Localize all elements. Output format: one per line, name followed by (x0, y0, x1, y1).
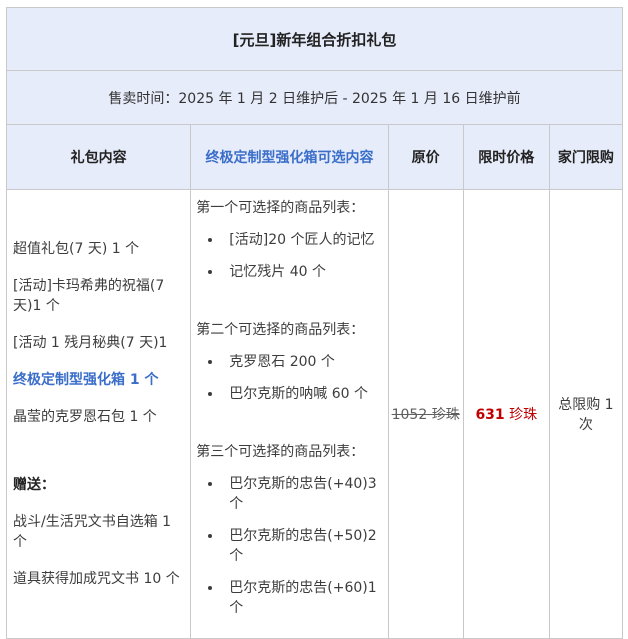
column-header-limited-price: 限时价格 (462, 124, 550, 190)
option-group-title: 第三个可选择的商品列表： (196, 444, 365, 460)
column-header-box-options-link[interactable]: 终极定制型强化箱可选内容 (190, 124, 389, 190)
package-title: [元旦]新年组合折扣礼包 (6, 7, 623, 71)
column-header-package-content: 礼包内容 (5, 124, 192, 190)
package-content-cell: 超值礼包(7 天) 1 个 [活动]卡玛希弗的祝福(7 天)1 个 [活动 1 … (5, 189, 192, 639)
package-item: 晶莹的克罗恩石包 1 个 (13, 409, 157, 425)
package-item: 超值礼包(7 天) 1 个 (13, 241, 140, 257)
sale-time-row: 售卖时间：2025 年 1 月 2 日维护后 - 2025 年 1 月 16 日… (6, 70, 623, 125)
title-row: [元旦]新年组合折扣礼包 (6, 7, 623, 71)
column-header-row: 礼包内容 终极定制型强化箱可选内容 原价 限时价格 家门限购 (5, 124, 624, 190)
option-list: [活动]20 个匠人的记忆 记忆残片 40 个 (196, 230, 383, 282)
column-header-original-price: 原价 (387, 124, 464, 190)
column-header-family-limit: 家门限购 (548, 124, 624, 190)
package-item-highlight-link[interactable]: 终极定制型强化箱 1 个 (13, 370, 186, 390)
option-group-2: 第二个可选择的商品列表： 克罗恩石 200 个 巴尔克斯的呐喊 60 个 (196, 320, 383, 404)
purchase-limit-text: 总限购 1 次 (558, 397, 614, 433)
option-list: 巴尔克斯的忠告(+40)3 个 巴尔克斯的忠告(+50)2 个 巴尔克斯的忠告(… (196, 474, 383, 618)
package-item: [活动 1 残月秘典(7 天)1 (13, 335, 168, 351)
option-item: 巴尔克斯的忠告(+50)2 个 (223, 526, 383, 566)
limited-price-cell: 631 珍珠 (462, 189, 550, 639)
gift-item: 战斗/生活咒文书自选箱 1 个 (13, 514, 172, 550)
option-item: 巴尔克斯的呐喊 60 个 (223, 384, 383, 404)
option-item: 巴尔克斯的忠告(+40)3 个 (223, 474, 383, 514)
option-item: 巴尔克斯的忠告(+60)1 个 (223, 578, 383, 618)
purchase-limit-cell: 总限购 1 次 (548, 189, 624, 639)
gift-item: 道具获得加成咒文书 10 个 (13, 571, 180, 587)
package-data-row: 超值礼包(7 天) 1 个 [活动]卡玛希弗的祝福(7 天)1 个 [活动 1 … (5, 189, 624, 639)
sale-time-text: 售卖时间：2025 年 1 月 2 日维护后 - 2025 年 1 月 16 日… (6, 70, 623, 125)
option-list: 克罗恩石 200 个 巴尔克斯的呐喊 60 个 (196, 352, 383, 404)
option-group-1: 第一个可选择的商品列表： [活动]20 个匠人的记忆 记忆残片 40 个 (196, 198, 383, 282)
option-group-3: 第三个可选择的商品列表： 巴尔克斯的忠告(+40)3 个 巴尔克斯的忠告(+50… (196, 442, 383, 618)
option-item: [活动]20 个匠人的记忆 (223, 230, 383, 250)
limited-price-value: 631 珍珠 (475, 407, 537, 423)
package-item: [活动]卡玛希弗的祝福(7 天)1 个 (13, 278, 165, 314)
limited-price-number: 631 (475, 407, 505, 423)
box-options-cell: 第一个可选择的商品列表： [活动]20 个匠人的记忆 记忆残片 40 个 第二个… (190, 189, 389, 639)
limited-price-unit: 珍珠 (509, 407, 538, 423)
original-price-cell: 1052 珍珠 (387, 189, 464, 639)
option-group-title: 第二个可选择的商品列表： (196, 322, 365, 338)
original-price-value: 1052 珍珠 (391, 407, 460, 423)
option-item: 记忆残片 40 个 (223, 262, 383, 282)
promo-package-table: [元旦]新年组合折扣礼包 售卖时间：2025 年 1 月 2 日维护后 - 20… (5, 7, 624, 639)
option-group-title: 第一个可选择的商品列表： (196, 200, 365, 216)
option-item: 克罗恩石 200 个 (223, 352, 383, 372)
gift-section-label: 赠送： (13, 477, 55, 493)
